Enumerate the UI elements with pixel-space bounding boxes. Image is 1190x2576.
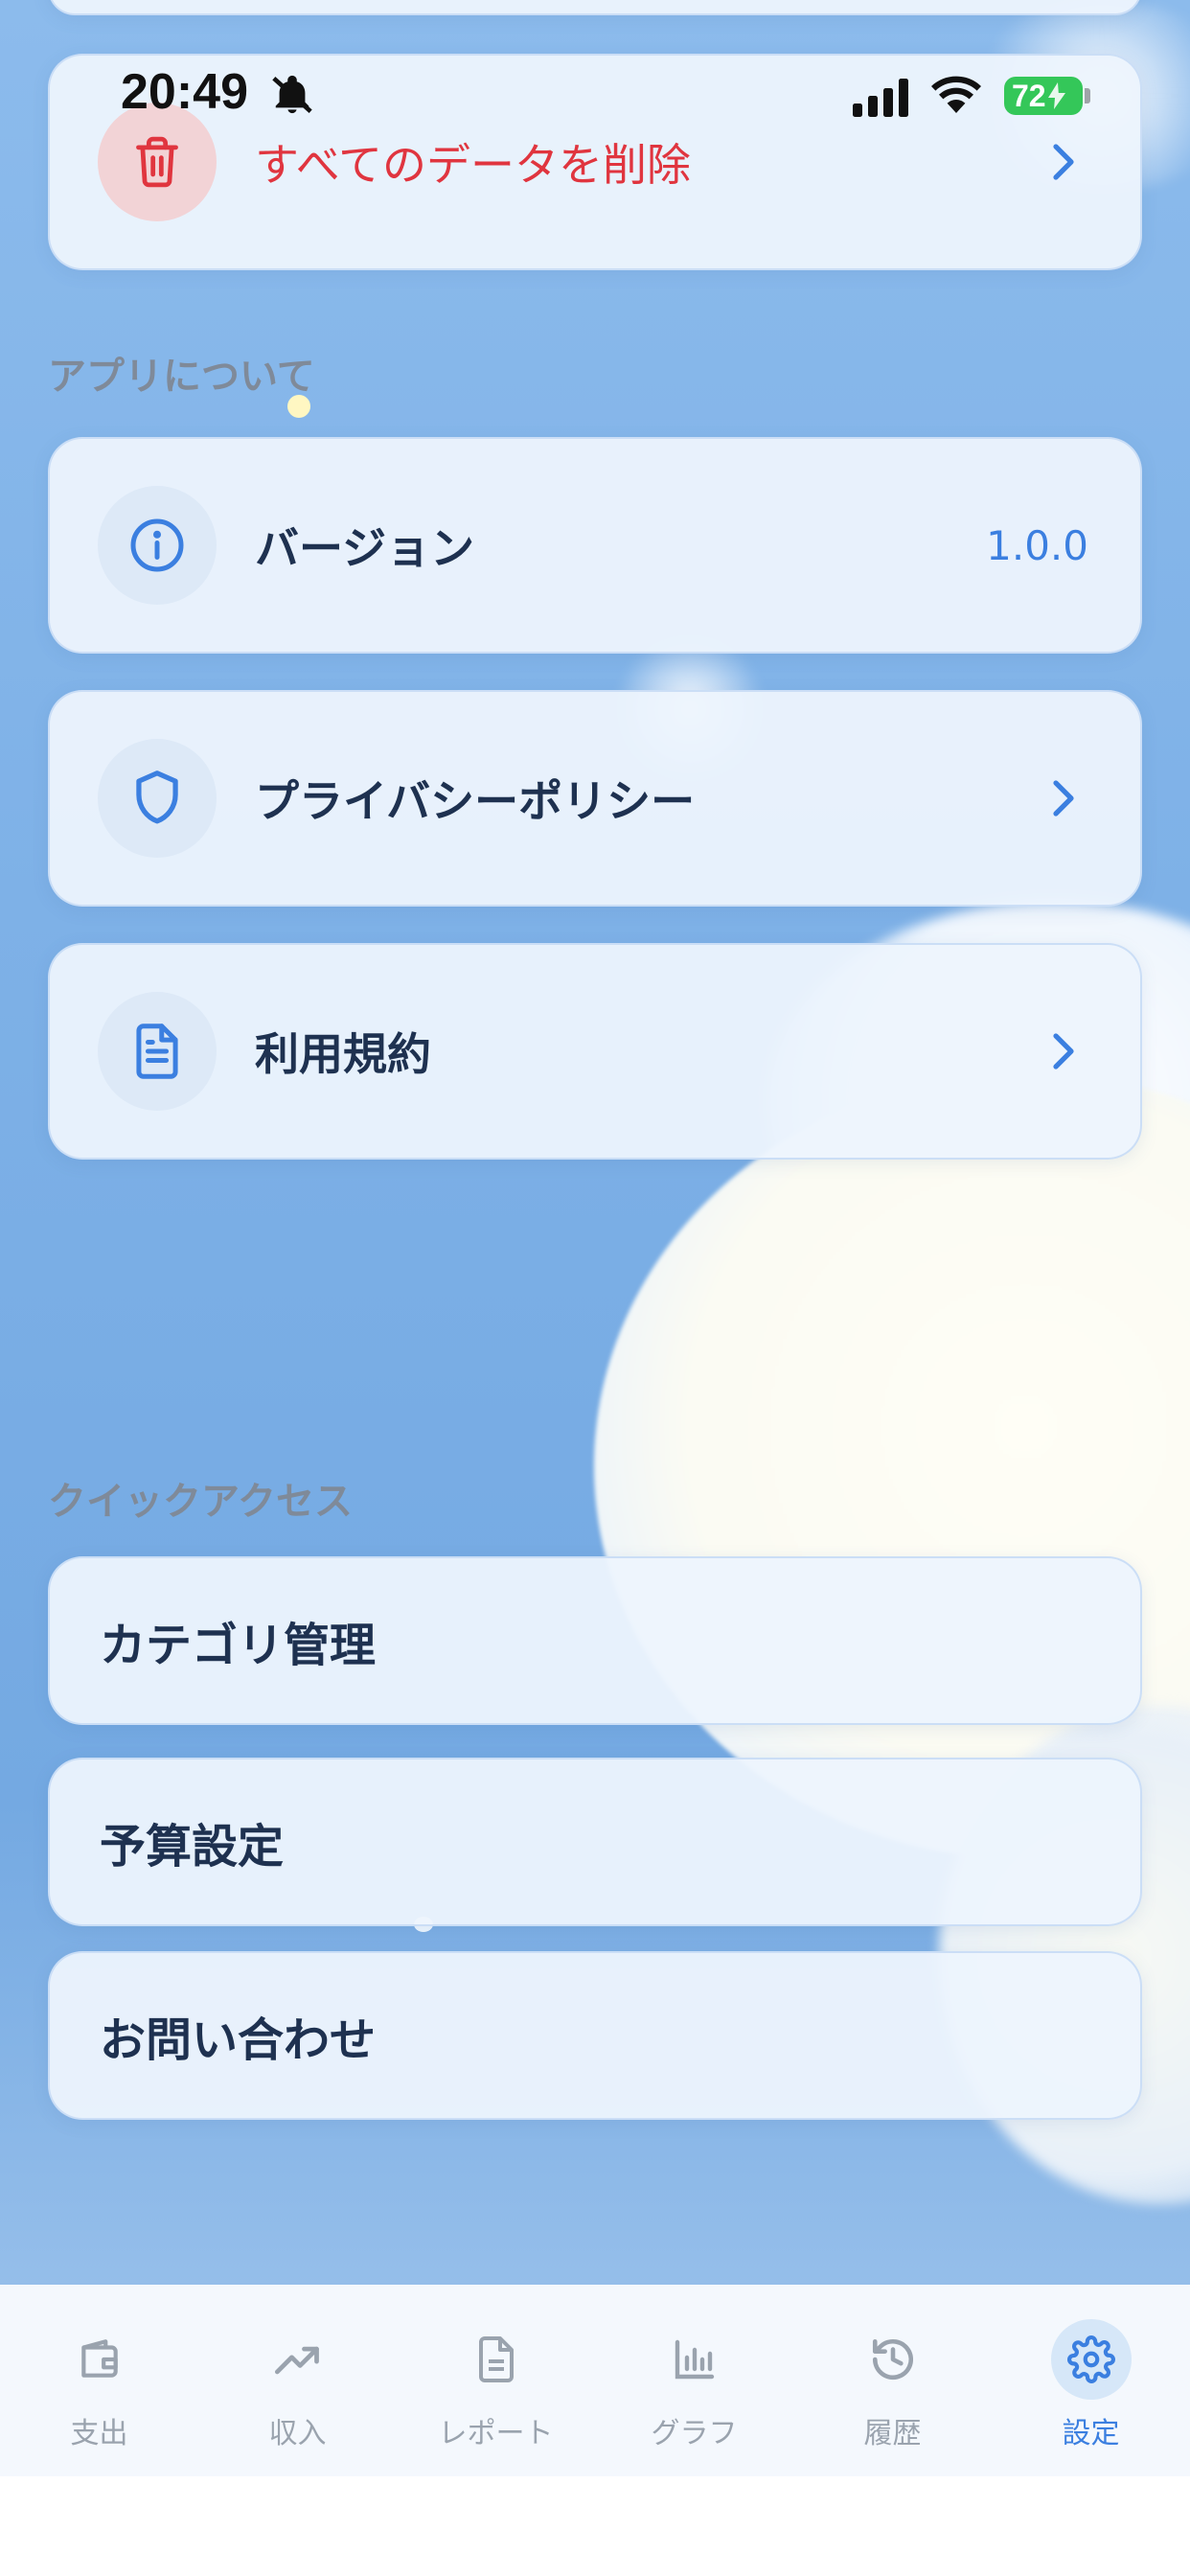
tab-settings[interactable]: 設定 [995, 2319, 1187, 2451]
battery-indicator: 72 [1004, 77, 1083, 115]
privacy-policy-row[interactable]: プライバシーポリシー [48, 690, 1142, 907]
tab-label: 設定 [1062, 2417, 1120, 2450]
tab-expense[interactable]: 支出 [4, 2319, 195, 2451]
bottom-tab-bar: 支出 収入 レポート グラフ 履歴 設定 [0, 2285, 1190, 2476]
section-title-quick-access: クイックアクセス [48, 1480, 353, 1524]
battery-level: 72 [1012, 78, 1046, 113]
tab-label: 支出 [70, 2417, 128, 2450]
bar-chart-icon [654, 2319, 735, 2400]
quick-access-category-management[interactable]: カテゴリ管理 [48, 1556, 1142, 1725]
status-time: 20:49 [121, 64, 248, 120]
section-title-about: アプリについて [48, 355, 315, 399]
privacy-policy-label: プライバシーポリシー [255, 775, 696, 827]
quick-access-label: カテゴリ管理 [100, 1619, 377, 1672]
quick-access-budget-settings[interactable]: 予算設定 [48, 1758, 1142, 1926]
tab-label: 履歴 [863, 2417, 922, 2450]
previous-card [48, 0, 1142, 15]
delete-all-data-label: すべてのデータを削除 [255, 139, 691, 191]
quick-access-label: お問い合わせ [100, 2013, 377, 2067]
tab-label: レポート [438, 2417, 554, 2450]
tab-label: 収入 [268, 2417, 327, 2450]
terms-of-use-label: 利用規約 [255, 1028, 431, 1080]
tab-report[interactable]: レポート [400, 2319, 592, 2451]
wifi-icon [931, 76, 981, 113]
charging-bolt-icon [1047, 82, 1065, 109]
battery-cap [1085, 88, 1090, 104]
shield-icon [98, 739, 217, 858]
home-indicator-area [0, 2476, 1190, 2576]
tab-history[interactable]: 履歴 [797, 2319, 989, 2451]
chevron-right-icon [1053, 780, 1074, 816]
quick-access-contact[interactable]: お問い合わせ [48, 1951, 1142, 2120]
version-row: バージョン 1.0.0 [48, 437, 1142, 654]
document-icon [98, 992, 217, 1111]
chevron-right-icon [1053, 144, 1074, 180]
file-text-icon [456, 2319, 537, 2400]
tab-graph[interactable]: グラフ [599, 2319, 790, 2451]
chevron-right-icon [1053, 1033, 1074, 1070]
quick-access-label: 予算設定 [100, 1820, 285, 1874]
history-icon [853, 2319, 933, 2400]
terms-of-use-row[interactable]: 利用規約 [48, 943, 1142, 1160]
signal-icon [853, 79, 908, 117]
version-value: 1.0.0 [986, 521, 1088, 569]
gear-icon [1050, 2319, 1132, 2400]
trending-up-icon [258, 2319, 338, 2400]
tab-label: グラフ [651, 2417, 738, 2450]
wallet-icon [59, 2319, 140, 2400]
info-icon [98, 486, 217, 605]
version-label: バージョン [255, 522, 475, 574]
bell-slash-icon [272, 75, 312, 114]
tab-income[interactable]: 収入 [202, 2319, 394, 2451]
